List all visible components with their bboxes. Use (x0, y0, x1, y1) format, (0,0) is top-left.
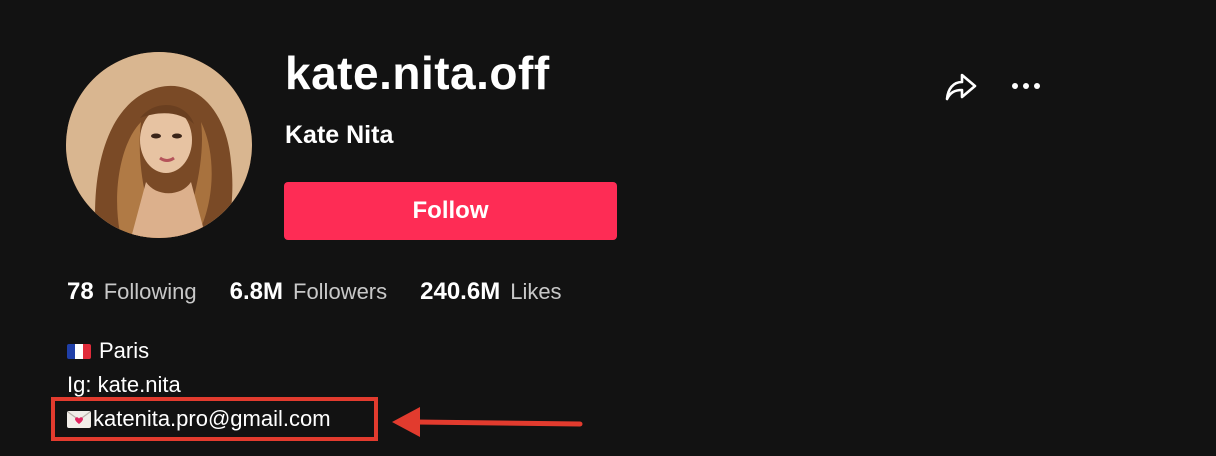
stat-value: 240.6M (420, 278, 501, 305)
stat-value: 6.8M (229, 278, 283, 305)
france-flag-icon (67, 343, 91, 359)
stat-following[interactable]: 78 Following (67, 278, 197, 306)
annotation-highlight-box (51, 397, 378, 441)
profile-page: kate.nita.off Kate Nita Follow 78 Follow… (0, 0, 1216, 456)
share-icon[interactable] (943, 68, 979, 104)
stat-label: Following (103, 279, 197, 304)
stat-followers[interactable]: 6.8M Followers (230, 278, 388, 306)
stat-label: Followers (293, 279, 388, 304)
stat-likes: 240.6M Likes (420, 278, 561, 306)
username: kate.nita.off (285, 47, 550, 99)
avatar[interactable] (66, 52, 252, 238)
profile-stats: 78 Following 6.8M Followers 240.6M Likes (67, 278, 595, 306)
bio-location-text: Paris (99, 338, 150, 363)
more-options-icon[interactable] (1006, 70, 1046, 102)
stat-label: Likes (510, 279, 562, 304)
follow-button[interactable]: Follow (284, 182, 617, 240)
bio-location: Paris (67, 334, 331, 368)
stat-value: 78 (67, 278, 94, 305)
annotation-arrow-icon (390, 402, 586, 440)
display-name: Kate Nita (285, 121, 394, 149)
